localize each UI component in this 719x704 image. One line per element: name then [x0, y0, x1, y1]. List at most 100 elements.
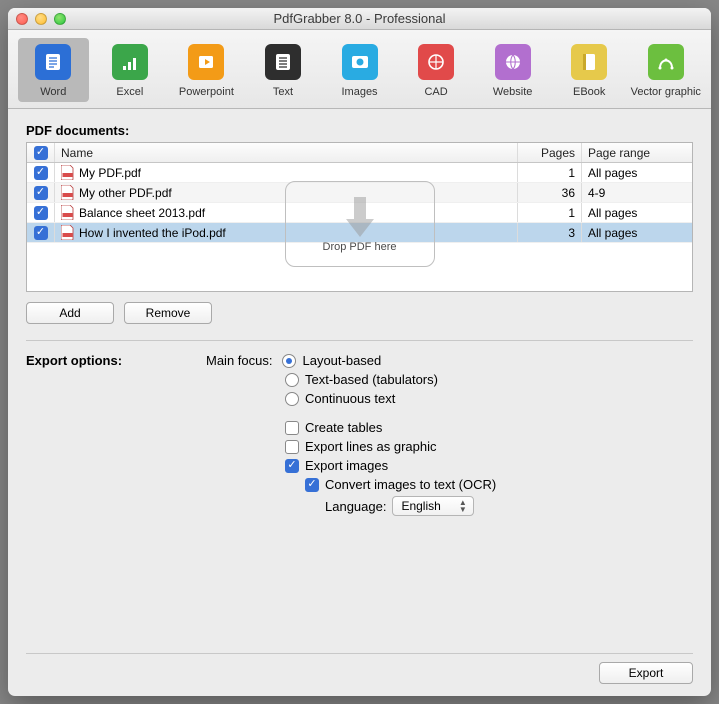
export-options: Export options: Main focus: Layout-based… — [26, 353, 693, 520]
documents-table: Name Pages Page range My PDF.pdf1All pag… — [26, 142, 693, 292]
file-range: 4-9 — [582, 183, 692, 202]
export-lines-row: Export lines as graphic — [285, 439, 693, 454]
select-arrows-icon: ▲▼ — [459, 499, 467, 513]
header-checkbox-cell[interactable] — [27, 143, 55, 162]
toolbar-item-excel[interactable]: Excel — [95, 38, 166, 102]
toolbar-item-powerpoint[interactable]: Powerpoint — [171, 38, 242, 102]
table-row[interactable]: Balance sheet 2013.pdf 1All pages — [27, 203, 692, 223]
vector-graphic-icon — [648, 44, 684, 80]
file-name: My PDF.pdf — [79, 166, 141, 180]
word-icon — [35, 44, 71, 80]
header-range[interactable]: Page range — [582, 143, 692, 162]
ebook-icon — [571, 44, 607, 80]
pdf-file-icon — [61, 225, 74, 240]
title-bar: PdfGrabber 8.0 - Professional — [8, 8, 711, 30]
app-window: PdfGrabber 8.0 - Professional Word Excel P… — [8, 8, 711, 696]
checkbox-export-lines-label: Export lines as graphic — [305, 439, 437, 454]
radio-layout-based[interactable] — [282, 354, 296, 368]
minimize-button[interactable] — [35, 13, 47, 25]
main-focus-row: Main focus: Layout-based — [206, 353, 693, 368]
file-name: My other PDF.pdf — [79, 186, 172, 200]
toolbar-item-website[interactable]: Website — [477, 38, 548, 102]
create-tables-row: Create tables — [285, 420, 693, 435]
row-checkbox[interactable] — [34, 226, 48, 240]
radio-continuous-text[interactable] — [285, 392, 299, 406]
window-title: PdfGrabber 8.0 - Professional — [8, 11, 711, 26]
toolbar-item-label: Vector graphic — [631, 86, 701, 98]
select-all-checkbox[interactable] — [34, 146, 48, 160]
file-range: All pages — [582, 163, 692, 182]
drop-hint-label: Drop PDF here — [323, 241, 397, 253]
file-pages: 36 — [518, 183, 582, 202]
radio-text-based[interactable] — [285, 373, 299, 387]
radio-continuous-text-label: Continuous text — [305, 391, 395, 406]
toolbar-item-label: Powerpoint — [179, 86, 234, 98]
documents-heading: PDF documents: — [26, 123, 693, 138]
divider — [26, 340, 693, 341]
toolbar-item-images[interactable]: Images — [324, 38, 395, 102]
table-row[interactable]: How I invented the iPod.pdf 3All pages — [27, 223, 692, 243]
toolbar-item-label: Images — [341, 86, 377, 98]
file-pages: 1 — [518, 203, 582, 222]
checkbox-create-tables-label: Create tables — [305, 420, 382, 435]
toolbar-item-label: Excel — [116, 86, 143, 98]
zoom-button[interactable] — [54, 13, 66, 25]
row-checkbox[interactable] — [34, 206, 48, 220]
toolbar-item-text[interactable]: Text — [248, 38, 319, 102]
file-range: All pages — [582, 203, 692, 222]
export-button[interactable]: Export — [599, 662, 693, 684]
images-icon — [342, 44, 378, 80]
excel-icon — [112, 44, 148, 80]
toolbar-item-label: Word — [40, 86, 66, 98]
convert-ocr-row: Convert images to text (OCR) — [305, 477, 693, 492]
file-pages: 1 — [518, 163, 582, 182]
language-label: Language: — [325, 499, 386, 514]
checkbox-export-images-label: Export images — [305, 458, 388, 473]
row-checkbox[interactable] — [34, 186, 48, 200]
header-name[interactable]: Name — [55, 143, 518, 162]
file-name: Balance sheet 2013.pdf — [79, 206, 205, 220]
radio-row-continuous: Continuous text — [285, 391, 693, 406]
remove-button[interactable]: Remove — [124, 302, 212, 324]
checkbox-export-images[interactable] — [285, 459, 299, 473]
main-content: PDF documents: Name Pages Page range My … — [8, 109, 711, 696]
file-pages: 3 — [518, 223, 582, 242]
table-row[interactable]: My other PDF.pdf 364-9 — [27, 183, 692, 203]
pdf-file-icon — [61, 205, 74, 220]
pdf-file-icon — [61, 165, 74, 180]
toolbar-item-label: Text — [273, 86, 293, 98]
cad-icon — [418, 44, 454, 80]
checkbox-create-tables[interactable] — [285, 421, 299, 435]
toolbar-item-cad[interactable]: CAD — [401, 38, 472, 102]
table-buttons: Add Remove — [26, 302, 693, 324]
checkbox-export-lines[interactable] — [285, 440, 299, 454]
language-select[interactable]: English ▲▼ — [392, 496, 473, 516]
toolbar-item-label: EBook — [573, 86, 605, 98]
radio-text-based-label: Text-based (tabulators) — [305, 372, 438, 387]
toolbar-item-word[interactable]: Word — [18, 38, 89, 102]
language-row: Language: English ▲▼ — [325, 496, 693, 516]
traffic-lights — [16, 13, 66, 25]
close-button[interactable] — [16, 13, 28, 25]
main-focus-label: Main focus: — [206, 353, 272, 368]
row-checkbox[interactable] — [34, 166, 48, 180]
footer: Export — [26, 653, 693, 684]
add-button[interactable]: Add — [26, 302, 114, 324]
toolbar-item-label: Website — [493, 86, 533, 98]
language-value: English — [401, 499, 440, 513]
file-name: How I invented the iPod.pdf — [79, 226, 226, 240]
table-header: Name Pages Page range — [27, 143, 692, 163]
checkbox-convert-ocr-label: Convert images to text (OCR) — [325, 477, 496, 492]
file-range: All pages — [582, 223, 692, 242]
radio-row-textbased: Text-based (tabulators) — [285, 372, 693, 387]
export-images-row: Export images — [285, 458, 693, 473]
options-heading: Export options: — [26, 353, 206, 520]
checkbox-convert-ocr[interactable] — [305, 478, 319, 492]
toolbar-item-ebook[interactable]: EBook — [554, 38, 625, 102]
text-icon — [265, 44, 301, 80]
table-row[interactable]: My PDF.pdf 1All pages — [27, 163, 692, 183]
radio-layout-based-label: Layout-based — [302, 353, 381, 368]
pdf-file-icon — [61, 185, 74, 200]
toolbar-item-vector-graphic[interactable]: Vector graphic — [631, 38, 702, 102]
header-pages[interactable]: Pages — [518, 143, 582, 162]
